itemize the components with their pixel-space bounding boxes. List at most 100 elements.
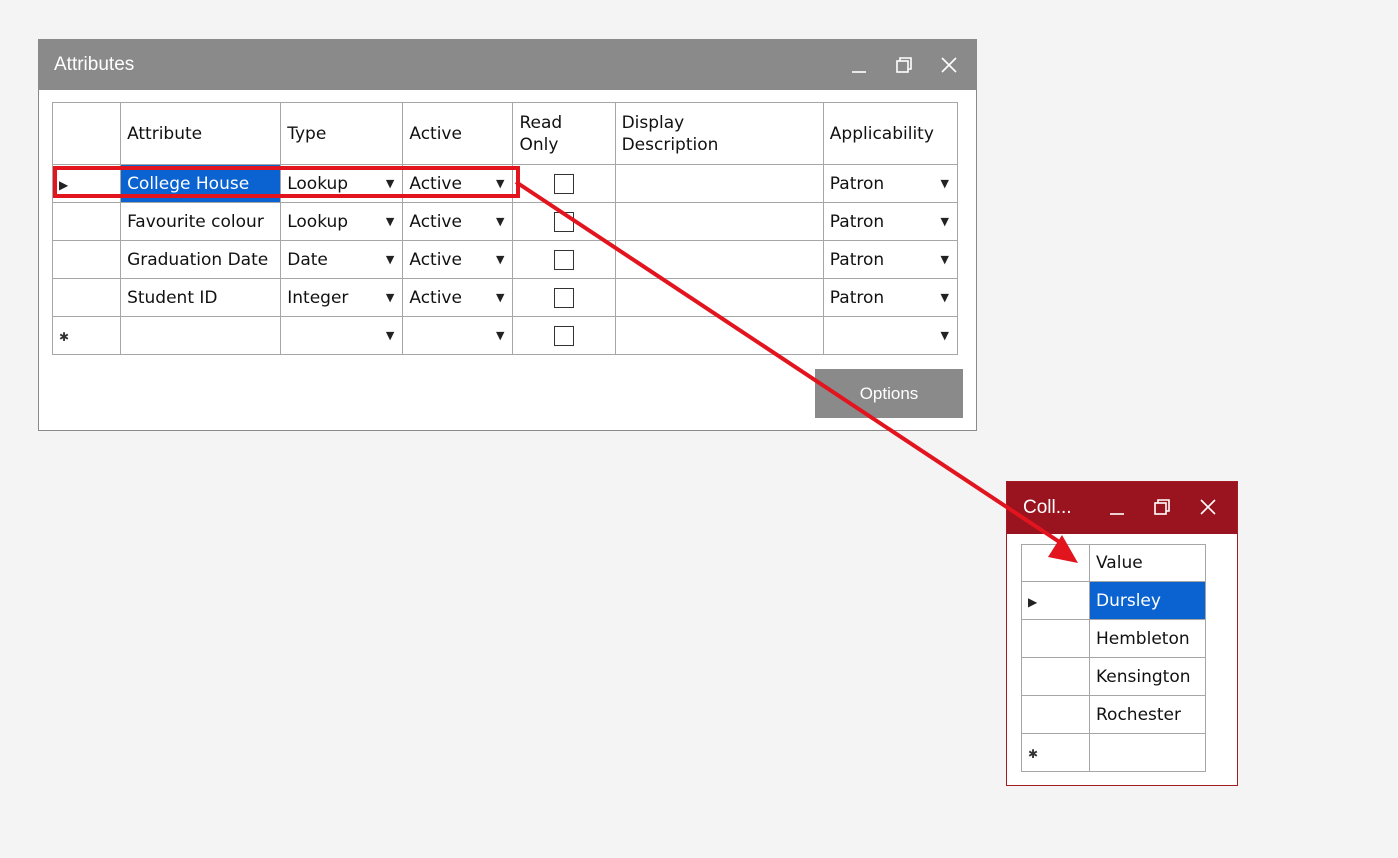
display-description-cell[interactable]	[614, 278, 824, 317]
row-header[interactable]: ▶	[1021, 581, 1090, 620]
dropdown-arrow-icon[interactable]: ▼	[386, 291, 396, 304]
read-only-cell	[512, 316, 616, 355]
new-row[interactable]: ✱	[1021, 733, 1206, 772]
attributes-titlebar[interactable]: Attributes	[39, 40, 976, 90]
active-cell[interactable]: Active ▼	[402, 202, 514, 241]
table-row[interactable]: Hembleton	[1021, 619, 1206, 658]
row-header[interactable]	[51, 202, 122, 241]
value-cell[interactable]: Kensington	[1089, 657, 1206, 696]
attribute-cell[interactable]: College House	[120, 164, 282, 203]
lookup-titlebar[interactable]: Coll...	[1007, 482, 1237, 534]
type-value: Date	[287, 249, 328, 270]
value-cell[interactable]: Rochester	[1089, 695, 1206, 734]
column-header-attribute[interactable]: Attribute	[120, 102, 282, 165]
column-header-type[interactable]: Type	[280, 102, 404, 165]
dropdown-arrow-icon[interactable]: ▼	[386, 177, 396, 190]
dropdown-arrow-icon[interactable]: ▼	[386, 329, 396, 342]
dropdown-arrow-icon[interactable]: ▼	[496, 329, 506, 342]
column-header-active[interactable]: Active	[402, 102, 514, 165]
row-header[interactable]	[51, 240, 122, 279]
column-header-applicability[interactable]: Applicability	[822, 102, 959, 165]
display-description-cell[interactable]	[614, 240, 824, 279]
dropdown-arrow-icon[interactable]: ▼	[941, 177, 951, 190]
row-header[interactable]	[51, 278, 122, 317]
read-only-checkbox[interactable]	[554, 325, 575, 346]
minimize-icon[interactable]	[1102, 492, 1132, 522]
active-cell[interactable]: ▼	[402, 316, 514, 355]
display-description-cell[interactable]	[614, 164, 824, 203]
close-icon[interactable]	[1193, 492, 1223, 522]
attribute-cell[interactable]: Favourite colour	[120, 202, 282, 241]
row-header[interactable]	[1021, 619, 1090, 658]
column-header-display-description[interactable]: Display Description	[614, 102, 824, 165]
table-row[interactable]: ▶ Dursley	[1021, 581, 1206, 620]
applicability-cell[interactable]: Patron ▼	[822, 164, 959, 203]
type-value: Lookup	[287, 173, 349, 194]
attribute-cell[interactable]: Graduation Date	[120, 240, 282, 279]
column-header-read-only[interactable]: Read Only	[512, 102, 616, 165]
applicability-cell[interactable]: Patron ▼	[822, 278, 959, 317]
dropdown-arrow-icon[interactable]: ▼	[496, 177, 506, 190]
table-row[interactable]: Favourite colour Lookup ▼ Active ▼ Patron ▼	[51, 202, 959, 241]
read-only-checkbox[interactable]	[554, 249, 575, 270]
dropdown-arrow-icon[interactable]: ▼	[941, 291, 951, 304]
type-cell[interactable]: ▼	[280, 316, 404, 355]
column-header-value[interactable]: Value	[1089, 544, 1206, 582]
dropdown-arrow-icon[interactable]: ▼	[941, 253, 951, 266]
table-row[interactable]: Kensington	[1021, 657, 1206, 696]
type-value: Integer	[287, 287, 349, 308]
value-cell[interactable]: Hembleton	[1089, 619, 1206, 658]
minimize-icon[interactable]	[844, 50, 874, 80]
dropdown-arrow-icon[interactable]: ▼	[386, 253, 396, 266]
row-header[interactable]: ▶	[51, 164, 122, 203]
type-cell[interactable]: Date ▼	[280, 240, 404, 279]
dropdown-arrow-icon[interactable]: ▼	[496, 291, 506, 304]
dropdown-arrow-icon[interactable]: ▼	[496, 253, 506, 266]
display-description-cell[interactable]	[614, 316, 824, 355]
active-cell[interactable]: Active ▼	[402, 164, 514, 203]
new-row-icon: ✱	[1028, 746, 1039, 761]
value-cell[interactable]	[1089, 733, 1206, 772]
dropdown-arrow-icon[interactable]: ▼	[496, 215, 506, 228]
type-cell[interactable]: Lookup ▼	[280, 164, 404, 203]
active-cell[interactable]: Active ▼	[402, 240, 514, 279]
attribute-cell[interactable]: Student ID	[120, 278, 282, 317]
dropdown-arrow-icon[interactable]: ▼	[941, 215, 951, 228]
read-only-cell	[512, 240, 616, 279]
type-cell[interactable]: Integer ▼	[280, 278, 404, 317]
active-value: Active	[409, 211, 462, 232]
table-row[interactable]: Graduation Date Date ▼ Active ▼ Patron ▼	[51, 240, 959, 279]
read-only-checkbox[interactable]	[554, 211, 575, 232]
restore-icon[interactable]	[1147, 492, 1177, 522]
active-value: Active	[409, 173, 462, 194]
close-icon[interactable]	[934, 50, 964, 80]
value-cell[interactable]: Dursley	[1089, 581, 1206, 620]
dropdown-arrow-icon[interactable]: ▼	[941, 329, 951, 342]
table-row[interactable]: ▶ College House Lookup ▼ Active ▼ Patron ▼	[51, 164, 959, 203]
table-row[interactable]: Student ID Integer ▼ Active ▼ Patron ▼	[51, 278, 959, 317]
applicability-cell[interactable]: Patron ▼	[822, 202, 959, 241]
read-only-checkbox[interactable]	[554, 173, 575, 194]
read-only-cell	[512, 278, 616, 317]
new-row[interactable]: ✱ ▼ ▼ ▼	[51, 316, 959, 355]
display-description-cell[interactable]	[614, 202, 824, 241]
table-row[interactable]: Rochester	[1021, 695, 1206, 734]
active-cell[interactable]: Active ▼	[402, 278, 514, 317]
restore-icon[interactable]	[889, 50, 919, 80]
attribute-cell[interactable]	[120, 316, 282, 355]
type-cell[interactable]: Lookup ▼	[280, 202, 404, 241]
applicability-cell[interactable]: ▼	[822, 316, 959, 355]
applicability-value: Patron	[829, 249, 885, 270]
row-header[interactable]: ✱	[51, 316, 122, 355]
read-only-checkbox[interactable]	[554, 287, 575, 308]
row-header[interactable]	[1021, 657, 1090, 696]
row-header[interactable]	[1021, 695, 1090, 734]
applicability-cell[interactable]: Patron ▼	[822, 240, 959, 279]
active-value: Active	[409, 287, 462, 308]
applicability-value: Patron	[829, 211, 885, 232]
row-header[interactable]: ✱	[1021, 733, 1090, 772]
options-button[interactable]: Options	[815, 369, 963, 418]
dropdown-arrow-icon[interactable]: ▼	[386, 215, 396, 228]
applicability-value: Patron	[829, 287, 885, 308]
row-header-corner	[1021, 544, 1090, 582]
